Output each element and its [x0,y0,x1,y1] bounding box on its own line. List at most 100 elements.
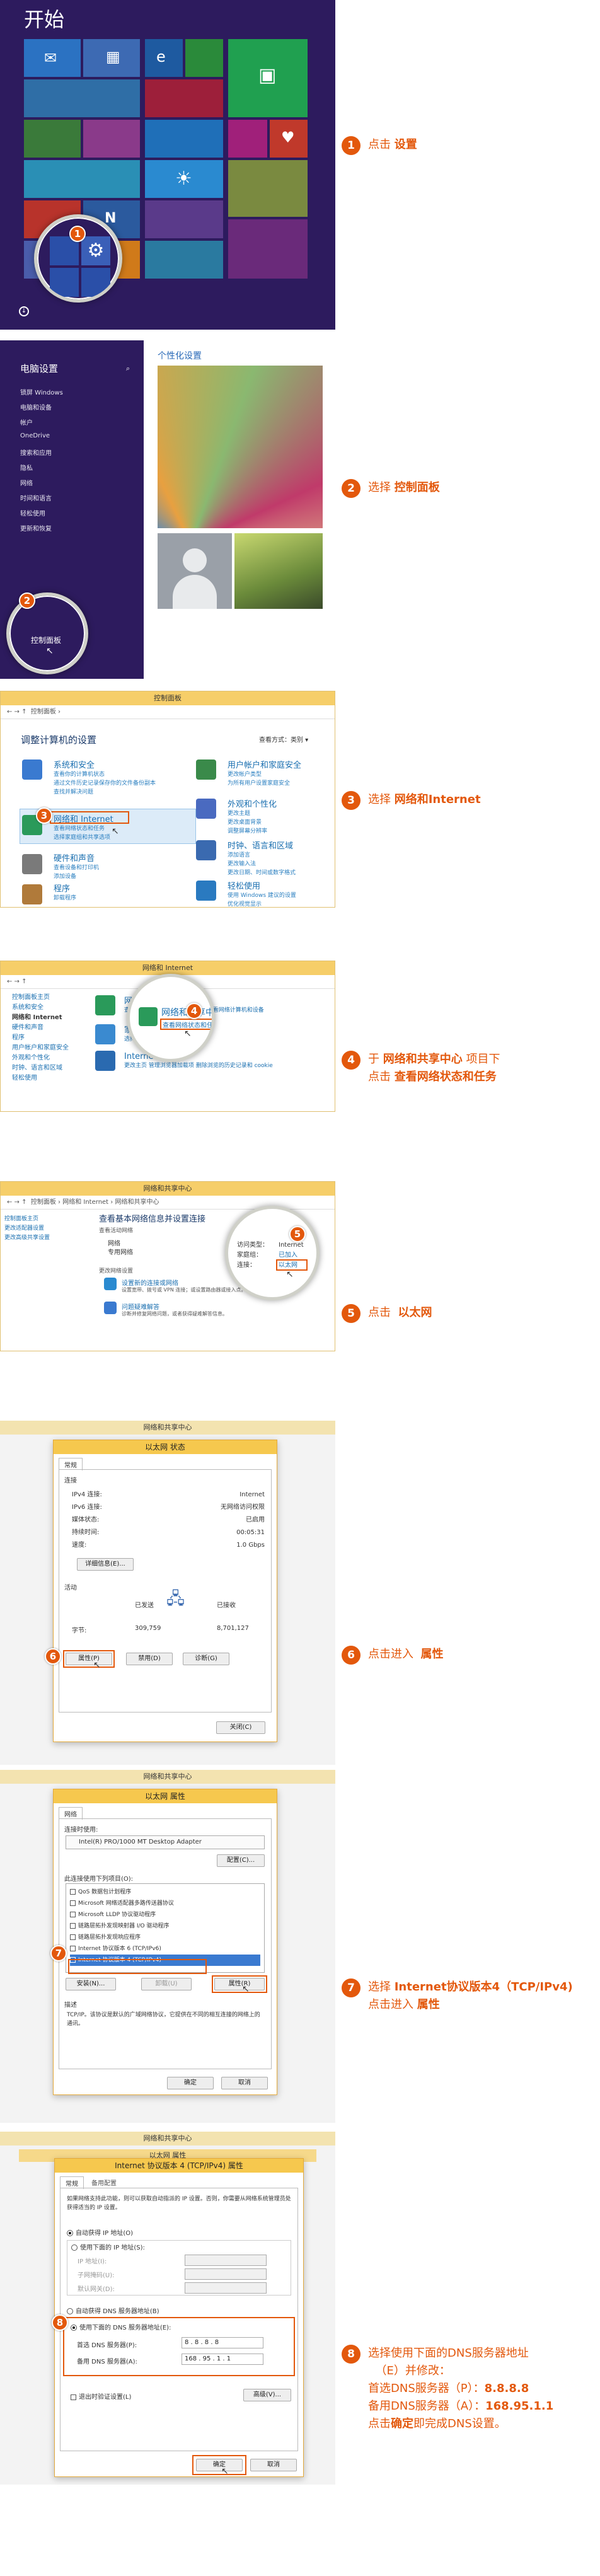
nav-link[interactable]: 系统和安全 [12,1003,69,1013]
search-icon[interactable]: ⌕ [126,364,130,373]
tab-alternate[interactable]: 备用配置 [86,2176,122,2188]
cp-category-title[interactable]: 硬件和声音 [54,854,95,863]
list-item[interactable]: Microsoft LLDP 协议驱动程序 [70,1909,260,1920]
store-tile[interactable] [185,39,223,77]
weather-tile[interactable]: ☀ [145,160,223,198]
people-tile[interactable] [24,120,81,158]
settings-item[interactable]: 轻松使用 [20,508,45,517]
tab-general[interactable]: 常规 [59,1458,83,1470]
background-preview[interactable] [234,533,323,609]
down-arrow-icon[interactable]: ↓ [19,306,29,316]
cp-link[interactable]: 更改输入法 [228,860,296,869]
diagnose-button[interactable]: 诊断(G) [183,1653,229,1665]
settings-item[interactable]: 锁屏 Windows [20,387,63,396]
cp-link[interactable]: 选择家庭组和共享选项 [54,833,113,842]
troubleshoot-link[interactable]: 问题疑难解答 [122,1302,159,1311]
install-button[interactable]: 安装(N)... [66,1978,116,1990]
nav-link[interactable]: 时钟、语言和区域 [12,1063,69,1073]
nav-link[interactable]: 外观和个性化 [12,1053,69,1063]
cp-category-title[interactable]: 程序 [54,884,70,894]
details-button[interactable]: 详细信息(E)... [77,1558,134,1571]
use-ip-radio[interactable]: 使用下面的 IP 地址(S): [71,2242,145,2251]
settings-item[interactable]: 帐户 [20,417,33,427]
cancel-button[interactable]: 取消 [250,2459,297,2471]
tab-network[interactable]: 网络 [59,1807,83,1820]
setup-connection-link[interactable]: 设置新的连接或网络 [122,1278,178,1287]
cp-category-title[interactable]: 用户帐户和家庭安全 [228,761,301,770]
settings-item[interactable]: OneDrive [20,432,50,439]
cp-link[interactable]: 使用 Windows 建议的设置 [228,891,296,900]
nav-link[interactable]: 轻松使用 [12,1073,69,1083]
mail-tile[interactable]: ✉ [24,39,81,77]
nav-link[interactable]: 更改适配器设置 [4,1224,50,1233]
internet-options-links[interactable]: 更改主页 管理浏览器加载项 删除浏览的历史记录和 cookie [124,1061,273,1069]
settings-item[interactable]: 隐私 [20,463,33,472]
cp-link[interactable]: 更改帐户类型 [228,770,301,779]
gear-icon[interactable]: ⚙ [81,236,110,265]
mask-input[interactable] [185,2268,267,2280]
tab-general[interactable]: 常规 [60,2176,84,2189]
cp-link[interactable]: 添加设备 [54,872,99,881]
gateway-input[interactable] [185,2282,267,2294]
disable-button[interactable]: 禁用(D) [126,1653,173,1665]
nav-link[interactable]: 控制面板主页 [4,1215,50,1224]
nav-link[interactable]: 硬件和声音 [12,1023,69,1033]
nav-link[interactable]: 网络和 Internet [12,1013,69,1023]
ie-tile[interactable]: e [145,39,183,77]
sports-tile[interactable] [145,241,223,279]
auto-dns-radio[interactable]: 自动获得 DNS 服务器地址(B) [67,2306,159,2315]
maps-tile[interactable] [228,120,267,158]
uninstall-button[interactable]: 卸载(U) [141,1978,192,1990]
ok-button[interactable]: 确定 [167,2077,214,2089]
onedrive-tile[interactable] [145,120,223,158]
health-tile[interactable]: ♥ [270,120,308,158]
cp-link[interactable]: 调整屏幕分辨率 [228,827,277,836]
reader-tile[interactable] [145,200,223,238]
music-tile[interactable] [145,79,223,117]
address-bar[interactable]: ← → ↑ 控制面板 › [1,705,335,719]
cp-link[interactable]: 添加语言 [228,851,296,860]
settings-item[interactable]: 网络 [20,478,33,487]
list-item[interactable]: 链路层拓扑发现映射器 I/O 驱动程序 [70,1920,260,1932]
food-tile[interactable] [228,160,308,217]
cp-category-title[interactable]: 轻松使用 [228,882,260,891]
list-item[interactable]: 链路层拓扑发现响应程序 [70,1932,260,1943]
avatar[interactable] [158,533,232,609]
advanced-button[interactable]: 高级(V)... [243,2389,291,2401]
cp-link[interactable]: 更改主题 [228,809,277,818]
calendar-tile[interactable]: ▦ [83,39,140,77]
settings-item[interactable]: 电脑和设备 [20,402,52,412]
close-button[interactable]: 关闭(C) [216,1721,265,1734]
auto-ip-radio[interactable]: 自动获得 IP 地址(O) [67,2227,133,2237]
nav-link[interactable]: 更改高级共享设置 [4,1233,50,1243]
settings-item[interactable]: 更新和恢复 [20,523,52,533]
settings-item[interactable]: 搜索和应用 [20,448,52,457]
cp-category-title[interactable]: 系统和安全 [54,761,95,770]
cp-link[interactable]: 卸载程序 [54,894,76,903]
nav-link[interactable]: 用户帐户和家庭安全 [12,1043,69,1053]
nav-link[interactable]: 程序 [12,1033,69,1043]
cp-link[interactable]: 更改桌面背景 [228,818,277,827]
store-large-tile[interactable]: ▣ [228,39,308,117]
photos-tile[interactable] [24,79,140,117]
cp-link[interactable]: 查看你的计算机状态 [54,770,156,779]
lock-screen-preview[interactable] [158,366,323,528]
control-panel-link[interactable]: 控制面板 [31,635,61,645]
cp-link[interactable]: 更改日期、时间或数字格式 [228,869,296,877]
cp-link[interactable]: 查看网络状态和任务 [54,824,113,833]
ip-input[interactable] [185,2255,267,2266]
validate-checkbox[interactable]: 退出时验证设置(L) [71,2391,131,2401]
list-item[interactable]: Microsoft 网络适配器多路传送器协议 [70,1898,260,1909]
cp-link[interactable]: 查看设备和打印机 [54,863,99,872]
settings-item[interactable]: 时间和语言 [20,493,52,502]
news-tile[interactable] [228,219,308,279]
cp-link[interactable]: 优化视觉显示 [228,900,296,909]
cancel-button[interactable]: 取消 [221,2077,268,2089]
cp-category-title[interactable]: 外观和个性化 [228,800,277,809]
weather-small-tile[interactable] [24,160,140,198]
configure-button[interactable]: 配置(C)... [217,1854,265,1867]
cp-link[interactable]: 通过文件历史记录保存你的文件备份副本 [54,779,156,788]
list-item[interactable]: Internet 协议版本 6 (TCP/IPv6) [70,1943,260,1955]
view-by-select[interactable]: 查看方式：类别 ▾ [259,734,308,744]
cp-category-title[interactable]: 时钟、语言和区域 [228,841,293,851]
